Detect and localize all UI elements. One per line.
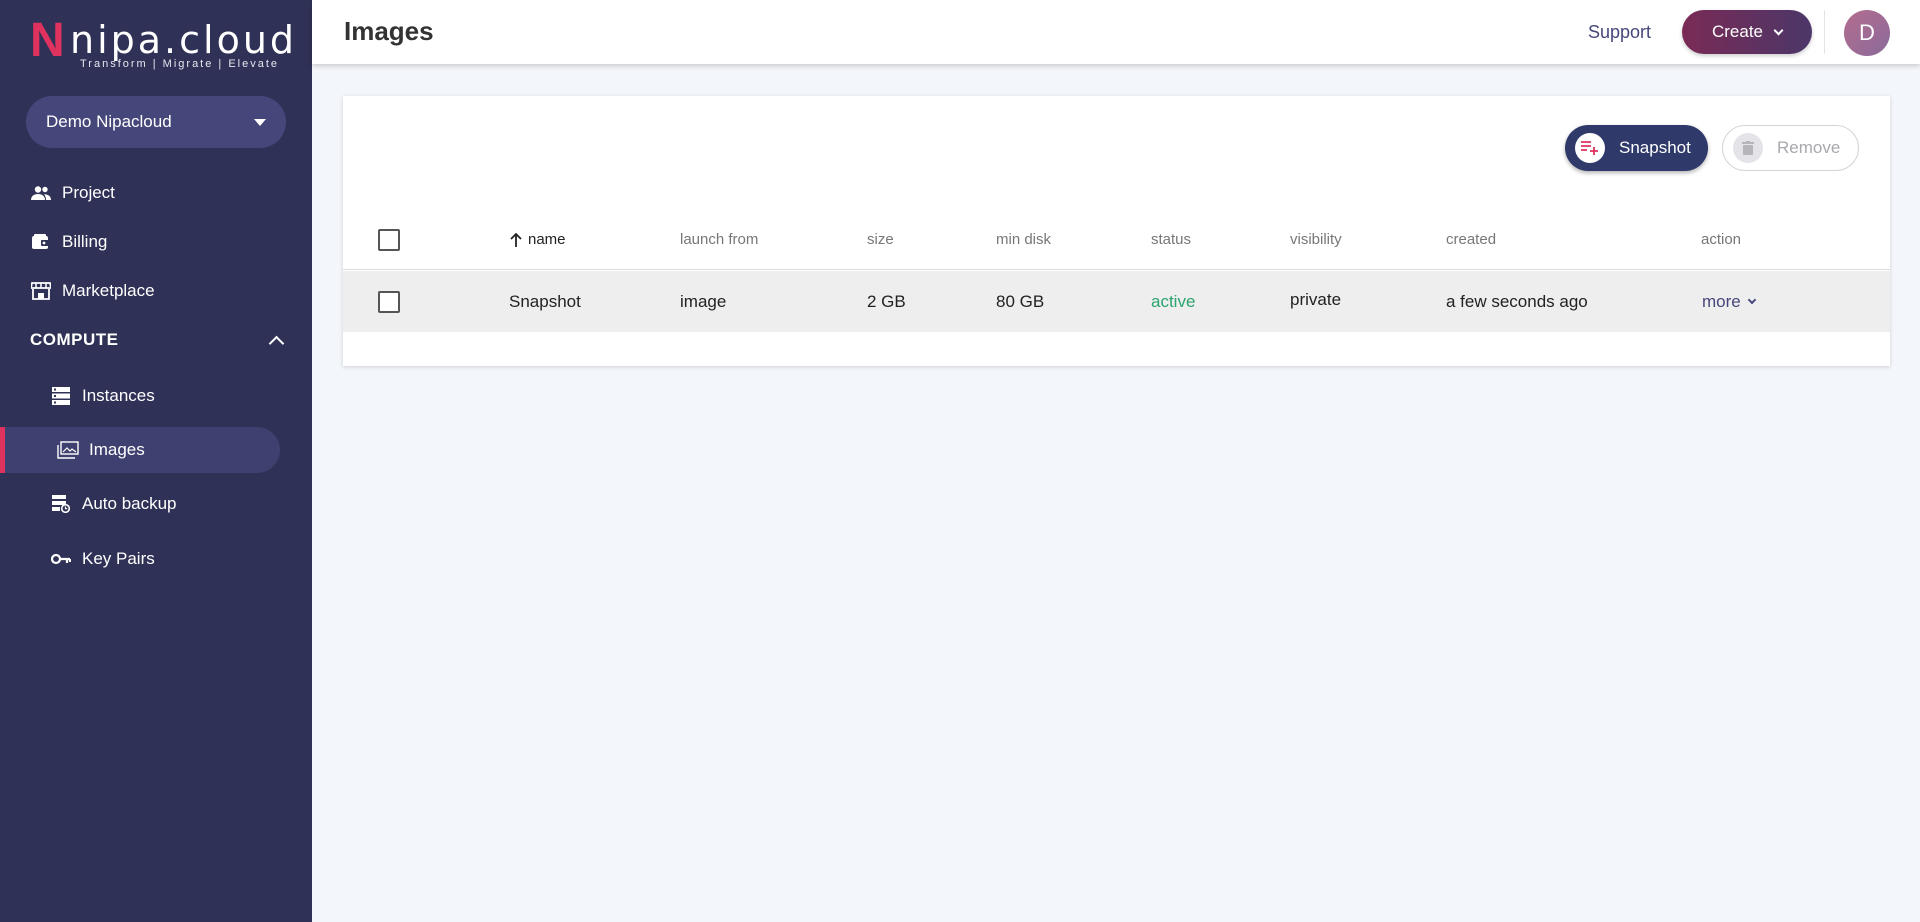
people-icon [30,182,52,204]
cell-action: more [1702,271,1756,332]
user-avatar[interactable]: D [1844,10,1890,56]
column-header-name[interactable]: name [510,210,566,269]
sidebar-item-key-pairs[interactable]: Key Pairs [0,536,312,582]
images-icon [57,439,79,461]
sidebar-item-label: Images [89,440,145,459]
cell-min-disk: 80 GB [996,291,1045,311]
column-header-label: name [528,231,566,248]
column-header-visibility[interactable]: visibility [1290,210,1342,269]
sidebar: N nipa.cloud Transform | Migrate | Eleva… [0,0,312,922]
top-bar: Images Support Create D [312,0,1920,64]
cell-size: 2 GB [867,291,906,311]
column-header-created[interactable]: created [1446,210,1496,269]
snapshot-button[interactable]: Snapshot [1565,125,1708,171]
sidebar-item-label: Billing [62,232,108,251]
wallet-icon [30,231,52,253]
cell-visibility: private [1290,289,1342,309]
chevron-down-icon [1773,25,1784,35]
sidebar-item-label: Project [62,183,115,202]
chevron-down-icon [1747,295,1756,304]
select-all-cell [378,210,400,269]
column-header-launch-from[interactable]: launch from [680,210,758,269]
sidebar-item-project[interactable]: Project [0,170,312,216]
snapshot-add-icon [1575,133,1605,163]
page-title: Images [344,16,434,46]
more-actions-button[interactable]: more [1702,291,1756,312]
sidebar-item-marketplace[interactable]: Marketplace [0,268,312,314]
create-button-label: Create [1711,22,1764,41]
support-link[interactable]: Support [1588,22,1651,43]
sidebar-item-label: Key Pairs [82,549,155,568]
sort-ascending-icon [510,232,522,247]
cell-name: Snapshot [509,291,581,311]
key-icon [50,548,72,570]
nipa-cloud-logo[interactable]: N nipa.cloud Transform | Migrate | Eleva… [30,14,294,72]
sidebar-item-auto-backup[interactable]: Auto backup [0,481,312,527]
trash-icon [1733,133,1763,163]
create-button[interactable]: Create [1682,10,1812,54]
logo-mark: N [30,14,65,67]
header-divider [1824,10,1825,54]
organization-selector-value: Demo Nipacloud [46,112,172,131]
server-icon [50,385,72,407]
caret-down-icon [254,118,266,126]
table-header: name launch from size min disk status vi… [343,210,1890,270]
cell-created: a few seconds ago [1446,291,1588,311]
sidebar-item-instances[interactable]: Instances [0,373,312,419]
logo-wordmark: nipa.cloud [70,18,298,62]
row-checkbox[interactable] [378,290,400,313]
cell-launch-from: image [680,291,727,311]
section-label: COMPUTE [30,330,119,349]
more-actions-label: more [1702,291,1741,311]
sidebar-item-label: Marketplace [62,281,155,300]
remove-button[interactable]: Remove [1722,125,1859,171]
cell-status: active [1151,291,1196,311]
remove-button-label: Remove [1777,138,1841,157]
snapshot-button-label: Snapshot [1619,138,1691,157]
select-all-checkbox[interactable] [378,228,400,251]
table-row[interactable]: Snapshot image 2 GB 80 GB active private… [343,271,1890,332]
sidebar-item-label: Instances [82,386,155,405]
column-header-size[interactable]: size [867,210,894,269]
chevron-up-icon [268,335,285,351]
row-select-cell [378,271,400,332]
store-icon [30,280,52,302]
sidebar-item-label: Auto backup [82,494,177,513]
images-table-card: Snapshot Remove name launch from size mi… [343,96,1890,366]
compute-section-header[interactable]: COMPUTE [30,322,286,358]
sidebar-item-images[interactable]: Images [0,427,280,473]
sidebar-item-billing[interactable]: Billing [0,219,312,265]
column-header-status[interactable]: status [1151,210,1191,269]
logo-tagline: Transform | Migrate | Elevate [80,58,280,70]
column-header-min-disk[interactable]: min disk [996,210,1051,269]
organization-selector[interactable]: Demo Nipacloud [26,96,286,148]
backup-icon [50,493,72,515]
column-header-action: action [1701,231,1742,248]
